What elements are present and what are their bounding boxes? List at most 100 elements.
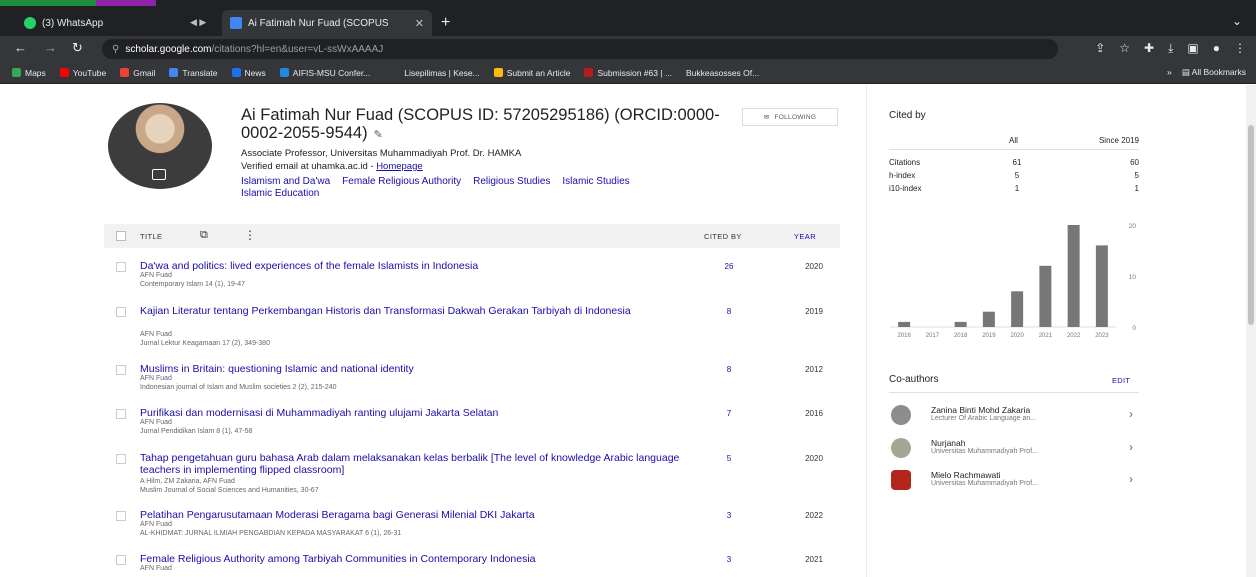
chart-bar-2021[interactable] <box>1039 265 1052 327</box>
bookmark-maps[interactable]: Maps <box>12 68 46 78</box>
publication-title-link[interactable]: Purifikasi dan modernisasi di Muhammadiy… <box>140 407 680 419</box>
share-icon[interactable]: ⇪ <box>1095 41 1105 56</box>
back-arrow-icon[interactable]: ← <box>14 40 27 55</box>
chart-bar-2020[interactable] <box>1011 291 1024 327</box>
profile-name: Ai Fatimah Nur Fuad (SCOPUS ID: 57205295… <box>241 106 720 142</box>
row-checkbox[interactable] <box>116 262 126 272</box>
coauthors-edit-button[interactable]: EDIT <box>1112 376 1130 385</box>
interest-link[interactable]: Islamism and Da'wa <box>241 176 330 187</box>
chevron-right-icon[interactable]: › <box>1129 407 1133 421</box>
bookmark-bukkeasosses[interactable]: Bukkeasosses Of... <box>686 68 759 78</box>
profile-icon[interactable]: ● <box>1213 41 1220 56</box>
merge-icon[interactable]: ⧉ <box>200 229 208 242</box>
publication-title-link[interactable]: Kajian Literatur tentang Perkembangan Hi… <box>140 305 680 317</box>
bookmark-youtube[interactable]: YouTube <box>59 68 106 78</box>
row-checkbox[interactable] <box>116 454 126 464</box>
all-bookmarks-button[interactable]: ▤ All Bookmarks <box>1182 67 1246 78</box>
publication-title-link[interactable]: Muslims in Britain: questioning Islamic … <box>140 363 680 375</box>
coauthor-name[interactable]: Zanina Binti Mohd Zakaria <box>931 405 1030 415</box>
cited-by-count-link[interactable]: 3 <box>714 555 744 564</box>
tab-audio-icons[interactable]: ◀ ▶ <box>190 17 206 28</box>
bookmark-lisepilimas[interactable]: Lisepilimas | Kese... <box>404 68 479 78</box>
bookmark-submission[interactable]: Submission #63 | ... <box>584 68 672 78</box>
cited-by-count-link[interactable]: 26 <box>714 262 744 271</box>
interest-link[interactable]: Female Religious Authority <box>342 176 461 187</box>
bookmark-translate[interactable]: Translate <box>169 68 218 78</box>
coauthor-affiliation: Universitas Muhammadiyah Prof... <box>931 448 1038 455</box>
select-all-checkbox[interactable] <box>116 231 126 241</box>
publication-venue: Jurnal Lektur Keagamaan 17 (2), 349-380 <box>140 340 270 347</box>
coauthor-name[interactable]: Nurjanah <box>931 438 966 448</box>
coauthor-name[interactable]: Mielo Rachmawati <box>931 470 1000 480</box>
chart-y-tick-label: 20 <box>1129 223 1137 230</box>
side-panel-icon[interactable]: ▣ <box>1187 41 1198 56</box>
homepage-link[interactable]: Homepage <box>376 161 422 172</box>
cited-by-count-link[interactable]: 8 <box>714 365 744 374</box>
coauthor-item[interactable]: Zanina Binti Mohd Zakaria Lecturer Of Ar… <box>889 403 1144 431</box>
more-vert-icon[interactable]: ⋮ <box>244 228 256 242</box>
tab-scholar[interactable]: Ai Fatimah Nur Fuad (SCOPUS ✕ <box>222 10 432 36</box>
sort-by-title[interactable]: TITLE <box>140 232 162 241</box>
scrollbar-thumb[interactable] <box>1248 125 1254 325</box>
chart-bar-2023[interactable] <box>1095 245 1108 327</box>
navigation-bar: ← → ↻ ⚲ scholar.google.com/citations?hl=… <box>0 36 1256 62</box>
profile-avatar[interactable] <box>108 103 212 189</box>
tab-whatsapp[interactable]: (3) WhatsApp <box>16 10 188 36</box>
interest-link[interactable]: Religious Studies <box>473 176 550 187</box>
page-scrollbar[interactable] <box>1246 85 1256 577</box>
publication-title-link[interactable]: Female Religious Authority among Tarbiya… <box>140 553 680 565</box>
forward-arrow-icon[interactable]: → <box>44 40 57 55</box>
download-icon[interactable]: ⤓ <box>1168 41 1173 56</box>
cited-by-count-link[interactable]: 3 <box>714 511 744 520</box>
row-checkbox[interactable] <box>116 511 126 521</box>
chart-bar-2022[interactable] <box>1067 225 1080 327</box>
chart-x-tick-label: 2020 <box>1010 333 1024 339</box>
sort-by-year[interactable]: YEAR <box>794 232 816 241</box>
publication-title-link[interactable]: Pelatihan Pengarusutamaan Moderasi Berag… <box>140 509 680 521</box>
star-icon[interactable]: ☆ <box>1119 41 1130 56</box>
new-tab-icon[interactable]: + <box>441 14 450 32</box>
chevron-right-double-icon[interactable]: » <box>1167 67 1172 78</box>
publication-title-link[interactable]: Tahap pengetahuan guru bahasa Arab dalam… <box>140 452 680 476</box>
chart-y-tick-label: 10 <box>1129 274 1137 281</box>
publication-title-link[interactable]: Da'wa and politics: lived experiences of… <box>140 260 680 272</box>
publication-venue: Muslim Journal of Social Sciences and Hu… <box>140 487 319 494</box>
row-checkbox[interactable] <box>116 307 126 317</box>
sort-by-cited[interactable]: CITED BY <box>704 232 742 241</box>
publication-year: 2020 <box>805 262 823 271</box>
bookmark-news[interactable]: News <box>231 68 266 78</box>
row-checkbox[interactable] <box>116 409 126 419</box>
publication-authors: AFN Fuad <box>140 272 172 279</box>
row-checkbox[interactable] <box>116 555 126 565</box>
coauthor-item[interactable]: Nurjanah Universitas Muhammadiyah Prof..… <box>889 436 1144 464</box>
address-bar[interactable]: ⚲ scholar.google.com/citations?hl=en&use… <box>102 39 1058 59</box>
chevron-right-icon[interactable]: › <box>1129 440 1133 454</box>
publication-authors: AFN Fuad <box>140 521 172 528</box>
chevron-right-icon[interactable]: › <box>1129 472 1133 486</box>
kebab-menu-icon[interactable]: ⋮ <box>1234 41 1246 56</box>
interest-link[interactable]: Islamic Studies <box>562 176 629 187</box>
pencil-edit-icon[interactable]: ✎ <box>374 129 383 141</box>
close-icon[interactable]: ✕ <box>415 17 424 30</box>
camera-icon[interactable] <box>152 169 166 180</box>
chart-bar-2019[interactable] <box>982 311 995 327</box>
bookmark-submit-article[interactable]: Submit an Article <box>493 68 570 78</box>
row-checkbox[interactable] <box>116 365 126 375</box>
chart-x-tick-label: 2021 <box>1039 333 1053 339</box>
chart-bar-2018[interactable] <box>954 321 967 327</box>
chart-bar-2016[interactable] <box>898 321 911 327</box>
bookmark-gmail[interactable]: Gmail <box>120 68 155 78</box>
site-info-icon[interactable]: ⚲ <box>112 44 119 55</box>
bookmark-aifis[interactable]: AIFIS-MSU Confer... <box>279 68 370 78</box>
cited-by-count-link[interactable]: 8 <box>714 307 744 316</box>
cited-by-count-link[interactable]: 7 <box>714 409 744 418</box>
extensions-icon[interactable]: ✚ <box>1144 41 1154 56</box>
chevron-down-icon[interactable]: ⌄ <box>1232 14 1242 28</box>
url-host: scholar.google.com <box>125 43 212 55</box>
coauthor-item[interactable]: Mielo Rachmawati Universitas Muhammadiya… <box>889 468 1144 496</box>
cited-by-count-link[interactable]: 5 <box>714 454 744 463</box>
following-button[interactable]: ✉ FOLLOWING <box>742 108 838 126</box>
column-divider <box>866 85 867 577</box>
reload-icon[interactable]: ↻ <box>72 40 83 56</box>
interest-link[interactable]: Islamic Education <box>241 188 319 199</box>
